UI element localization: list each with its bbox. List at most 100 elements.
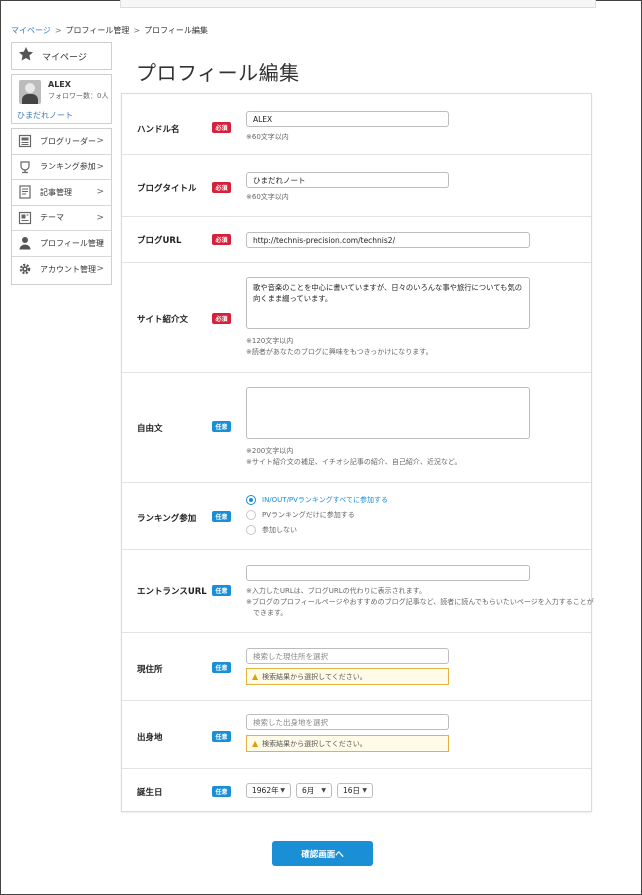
ranking-row: ランキング参加 任意 IN/OUT/PVランキングすべてに参加する PVランキン… (122, 483, 591, 550)
entrance-url-row: エントランスURL 任意 ※入力したURLは、ブログURLの代わりに表示されます… (122, 550, 594, 633)
handle-note: ※60文字以内 (246, 133, 289, 141)
residence-label: 現住所 (137, 665, 163, 675)
breadcrumb-current: プロフィール編集 (144, 26, 208, 35)
birth-month-value: 6月 (302, 786, 315, 795)
user-name: ALEX (48, 80, 71, 89)
profile-form-card: ハンドル名 必須 ALEX ※60文字以内 ブログタイトル 必須 ひまだれノート… (121, 93, 594, 813)
reader-icon (18, 134, 32, 148)
sidebar-item-articles[interactable]: 記事管理 > (12, 180, 111, 206)
chevron-right-icon: > (96, 238, 104, 248)
breadcrumb-profile-management[interactable]: プロフィール管理 (66, 26, 130, 35)
blog-title-note: ※60文字以内 (246, 193, 289, 201)
blog-url-row: ブログURL 必須 http://technis-precision.com/t… (122, 217, 591, 263)
sidebar-item-label: 記事管理 (40, 187, 72, 197)
birthplace-row: 出身地 任意 検索した出身地を選択 ▲ 検索結果から選択してください。 (122, 701, 591, 769)
birth-month-select[interactable]: 6月 ▼ (296, 783, 332, 798)
site-intro-row: サイト紹介文 必須 歌や音楽のことを中心に書いていますが、日々のいろんな事や旅行… (122, 263, 591, 373)
free-text-textarea[interactable] (246, 387, 530, 439)
breadcrumb-separator: > (54, 26, 62, 35)
profile-icon (18, 236, 32, 250)
radio-checked-icon (246, 495, 256, 505)
warning-icon: ▲ (252, 672, 259, 681)
handle-input[interactable]: ALEX (246, 111, 449, 127)
optional-badge: 任意 (212, 662, 231, 673)
birthday-label: 誕生日 (137, 788, 163, 798)
free-text-note: ※サイト紹介文の補足、イチオシ記事の紹介、自己紹介、近況など。 (246, 458, 462, 466)
warning-text: 検索結果から選択してください。 (262, 739, 367, 748)
entrance-url-input[interactable] (246, 565, 530, 581)
ranking-icon (18, 160, 32, 174)
required-badge: 必須 (212, 122, 231, 133)
birthplace-search-input[interactable]: 検索した出身地を選択 (246, 714, 449, 730)
sidebar-user-card: ALEX フォロワー数：0人 ひまだれノート (11, 74, 112, 124)
user-blog-link[interactable]: ひまだれノート (17, 110, 73, 121)
entrance-url-note: ※ブログのプロフィールページやおすすめのブログ記事など、読者に読んでもらいたいペ… (246, 598, 594, 606)
follower-count: フォロワー数：0人 (48, 92, 109, 100)
breadcrumb-mypage-link[interactable]: マイページ (11, 26, 51, 35)
page-title: プロフィール編集 (136, 61, 300, 85)
ranking-option-pv[interactable]: PVランキングだけに参加する (246, 510, 355, 520)
sidebar-mypage-label: マイページ (42, 52, 87, 63)
free-text-note: ※200文字以内 (246, 447, 294, 455)
handle-label: ハンドル名 (137, 125, 180, 135)
avatar[interactable] (19, 80, 41, 104)
breadcrumb: マイページ > プロフィール管理 > プロフィール編集 (11, 25, 208, 36)
residence-row: 現住所 任意 検索した現住所を選択 ▲ 検索結果から選択してください。 (122, 633, 591, 701)
birth-year-select[interactable]: 1962年 ▼ (246, 783, 291, 798)
optional-badge: 任意 (212, 421, 231, 432)
handle-row: ハンドル名 必須 ALEX ※60文字以内 (122, 94, 591, 155)
star-icon (18, 46, 34, 66)
residence-search-input[interactable]: 検索した現住所を選択 (246, 648, 449, 664)
site-intro-note: ※120文字以内 (246, 337, 294, 345)
sidebar-item-ranking[interactable]: ランキング参加 > (12, 155, 111, 180)
birth-day-select[interactable]: 16日 ▼ (337, 783, 373, 798)
blog-title-input[interactable]: ひまだれノート (246, 172, 449, 188)
site-intro-textarea[interactable]: 歌や音楽のことを中心に書いていますが、日々のいろんな事や旅行についても気の向くま… (246, 277, 530, 329)
blog-title-row: ブログタイトル 必須 ひまだれノート ※60文字以内 (122, 155, 591, 217)
confirm-button[interactable]: 確認画面へ (272, 841, 373, 866)
required-badge: 必須 (212, 234, 231, 245)
entrance-url-note: できます。 (246, 609, 288, 617)
theme-icon (18, 211, 32, 225)
sidebar-mypage-button[interactable]: マイページ (11, 42, 112, 70)
optional-badge: 任意 (212, 511, 231, 522)
required-badge: 必須 (212, 182, 231, 193)
chevron-right-icon: > (96, 187, 104, 197)
blog-url-input[interactable]: http://technis-precision.com/technis2/ (246, 232, 530, 248)
ranking-label: ランキング参加 (137, 514, 197, 524)
sidebar-item-label: プロフィール管理 (40, 238, 104, 248)
sidebar-item-label: ランキング参加 (40, 162, 96, 172)
entrance-url-label: エントランスURL (137, 587, 207, 597)
optional-badge: 任意 (212, 585, 231, 596)
ranking-option-all[interactable]: IN/OUT/PVランキングすべてに参加する (246, 495, 388, 505)
free-text-label: 自由文 (137, 424, 163, 434)
top-header-strip (120, 0, 596, 8)
ranking-option-label: PVランキングだけに参加する (262, 511, 355, 519)
chevron-right-icon: > (96, 263, 104, 274)
sidebar-item-profile[interactable]: プロフィール管理 > (12, 231, 111, 257)
chevron-right-icon: > (96, 161, 104, 172)
free-text-row: 自由文 任意 ※200文字以内 ※サイト紹介文の補足、イチオシ記事の紹介、自己紹… (122, 373, 591, 483)
sidebar-item-label: テーマ (40, 213, 64, 223)
chevron-down-icon: ▼ (321, 787, 326, 794)
sidebar-item-blog-reader[interactable]: ブログリーダー > (12, 129, 111, 155)
sidebar-menu: ブログリーダー > ランキング参加 > 記事管理 > テーマ > プロフィール管… (11, 128, 112, 285)
sidebar-item-label: ブログリーダー (40, 136, 96, 146)
sidebar-item-account[interactable]: アカウント管理 > (12, 257, 111, 283)
site-intro-label: サイト紹介文 (137, 315, 189, 325)
sidebar-item-theme[interactable]: テーマ > (12, 206, 111, 231)
radio-icon (246, 510, 256, 520)
ranking-option-none[interactable]: 参加しない (246, 525, 297, 535)
warning-text: 検索結果から選択してください。 (262, 672, 367, 681)
chevron-right-icon: > (96, 212, 104, 223)
radio-icon (246, 525, 256, 535)
article-icon (18, 185, 32, 199)
birth-year-value: 1962年 (252, 786, 279, 795)
blog-url-label: ブログURL (137, 236, 182, 246)
birth-day-value: 16日 (343, 786, 361, 795)
birthday-row: 誕生日 任意 1962年 ▼ 6月 ▼ 16日 ▼ (122, 769, 591, 813)
chevron-down-icon: ▼ (362, 787, 367, 794)
blog-title-label: ブログタイトル (137, 184, 197, 194)
residence-warning: ▲ 検索結果から選択してください。 (246, 668, 449, 685)
chevron-right-icon: > (96, 136, 104, 146)
